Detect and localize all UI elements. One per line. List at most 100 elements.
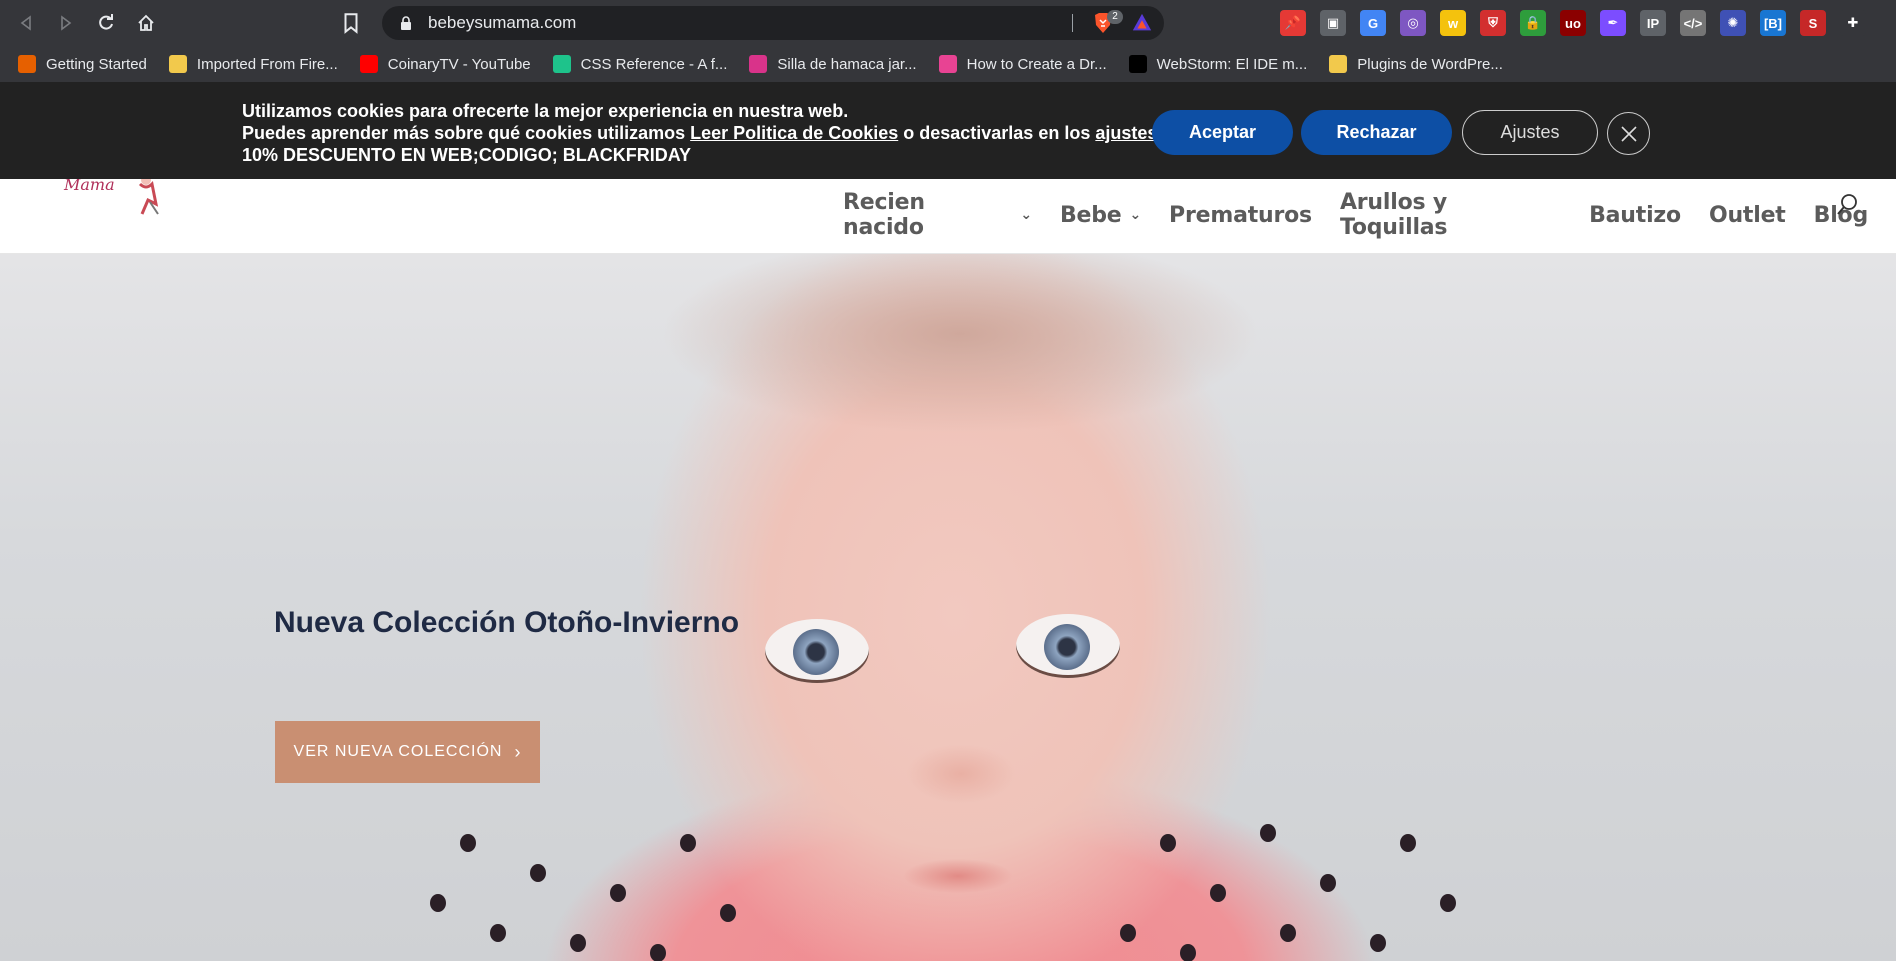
firefox-icon (18, 55, 36, 73)
bookmark-label: Getting Started (46, 55, 147, 73)
accept-cookies-button[interactable]: Aceptar (1152, 110, 1293, 155)
browser-toolbar: bebeysumama.com 2 📌 ▣ G ◎ w ⛨ 🔒 uo ✒ IP </> ✺ [B] S ✚ (0, 0, 1896, 46)
home-button[interactable] (126, 3, 166, 43)
polka-dot (1320, 874, 1336, 892)
polka-dot (720, 904, 736, 922)
polka-dot (1280, 924, 1296, 942)
gear-star-extension-icon[interactable]: ✺ (1720, 10, 1746, 36)
hero-image-left-eye (765, 619, 869, 683)
bookmark-label: How to Create a Dr... (966, 55, 1107, 73)
polka-dot (1160, 834, 1176, 852)
back-arrow-icon (20, 15, 31, 31)
hero-image-polka-dots (420, 774, 1480, 961)
polka-dot (650, 944, 666, 961)
bookmark-item[interactable]: Getting Started (18, 55, 147, 73)
cookie-settings-button[interactable]: Ajustes (1462, 110, 1598, 155)
nav-item-label: Prematuros (1169, 202, 1312, 228)
cookie-banner: Utilizamos cookies para ofrecerte la mej… (0, 82, 1896, 179)
feather-extension-icon[interactable]: ✒ (1600, 10, 1626, 36)
url-text[interactable]: bebeysumama.com (428, 13, 576, 33)
view-new-collection-button[interactable]: VER NUEVA COLECCIÓN › (275, 721, 540, 783)
youtube-icon (359, 55, 378, 73)
ip-extension-icon[interactable]: IP (1640, 10, 1666, 36)
chevron-down-icon: ⌄ (1020, 207, 1032, 223)
home-icon (138, 14, 154, 31)
polka-dot (1120, 924, 1136, 942)
nav-item-bebe[interactable]: Bebe ⌄ (1060, 203, 1141, 228)
nav-item-outlet[interactable]: Outlet (1709, 203, 1786, 228)
site-logo[interactable]: Mama (62, 174, 172, 218)
polka-dot (1440, 894, 1456, 912)
bookmark-label: CoinaryTV - YouTube (387, 55, 531, 73)
bracket-extension-icon[interactable]: [B] (1760, 10, 1786, 36)
bookmark-label: WebStorm: El IDE m... (1156, 55, 1308, 73)
reload-icon (99, 14, 113, 30)
omnibox-divider (1072, 14, 1073, 32)
discount-promo-text: 10% DESCUENTO EN WEB;CODIGO; BLACKFRIDAY (242, 145, 692, 165)
cookie-message: Utilizamos cookies para ofrecerte la mej… (242, 100, 1162, 166)
hero-button-label: VER NUEVA COLECCIÓN (293, 743, 503, 760)
polka-dot (1260, 824, 1276, 842)
polka-dot (430, 894, 446, 912)
polka-dot (460, 834, 476, 852)
color-picker-icon[interactable]: ◎ (1400, 10, 1426, 36)
bookmark-item[interactable]: WebStorm: El IDE m... (1128, 55, 1308, 73)
polka-dot (680, 834, 696, 852)
nav-item-bautizo[interactable]: Bautizo (1589, 203, 1681, 228)
polka-dot (1180, 944, 1196, 961)
nav-item-prematuros[interactable]: Prematuros (1169, 203, 1312, 228)
shields-count-badge: 2 (1107, 10, 1123, 24)
bookmark-item[interactable]: Plugins de WordPre... (1329, 55, 1503, 73)
brave-rewards-icon[interactable] (1130, 12, 1154, 34)
cookie-line-1: Utilizamos cookies para ofrecerte la mej… (242, 101, 849, 121)
code-extension-icon[interactable]: </> (1680, 10, 1706, 36)
reject-cookies-button[interactable]: Rechazar (1301, 110, 1452, 155)
shield-extension-icon[interactable]: ⛨ (1480, 10, 1506, 36)
back-button[interactable] (6, 3, 46, 43)
bookmark-item[interactable]: Silla de hamaca jar... (749, 55, 917, 73)
forward-arrow-icon (61, 15, 72, 31)
folder-icon (168, 55, 187, 73)
w-extension-icon[interactable]: w (1440, 10, 1466, 36)
nav-item-label: Bebe (1059, 202, 1122, 228)
bookmark-item[interactable]: Imported From Fire... (168, 55, 338, 73)
window-extension-icon[interactable]: ▣ (1320, 10, 1346, 36)
reload-button[interactable] (86, 3, 126, 43)
extensions-bar: 📌 ▣ G ◎ w ⛨ 🔒 uo ✒ IP </> ✺ [B] S ✚ (1280, 10, 1880, 36)
main-navigation: Recien nacido ⌄ Bebe ⌄ Prematuros Arullos y T… (843, 190, 1896, 240)
nav-item-label: Bautizo (1589, 202, 1681, 228)
ublock-icon[interactable]: uo (1560, 10, 1586, 36)
cookie-line-2: Puedes aprender más sobre qué cookies ut… (242, 122, 1162, 144)
lock-icon[interactable] (398, 15, 414, 31)
bookmark-item[interactable]: CoinaryTV - YouTube (359, 55, 531, 73)
bookmark-item[interactable]: CSS Reference - A f... (552, 55, 727, 73)
nav-item-recien-nacido[interactable]: Recien nacido ⌄ (843, 190, 1032, 240)
css-reference-icon (552, 55, 571, 73)
hero-image-right-eye (1016, 614, 1120, 678)
chevron-down-icon: ⌄ (1129, 207, 1142, 223)
cookie-policy-link[interactable]: Leer Politica de Cookies (690, 123, 898, 143)
close-cookie-banner-button[interactable] (1607, 112, 1650, 155)
search-icon[interactable] (1836, 192, 1860, 218)
cookie-line-2-prefix: Puedes aprender más sobre qué cookies ut… (242, 123, 691, 143)
nav-item-label: Arullos y Toquillas (1339, 190, 1448, 240)
pin-extension-icon[interactable]: 📌 (1280, 10, 1306, 36)
seo-extension-icon[interactable]: S (1800, 10, 1826, 36)
nav-item-arullos-y-toquillas[interactable]: Arullos y Toquillas (1340, 190, 1561, 240)
nav-item-label: Outlet (1708, 202, 1786, 228)
bookmark-icon[interactable] (340, 12, 362, 34)
cookie-settings-link[interactable]: ajustes (1095, 123, 1157, 143)
bookmarks-bar: Getting Started Imported From Fire... Coin… (0, 46, 1896, 82)
polka-dot (1210, 884, 1226, 902)
polka-dot (610, 884, 626, 902)
forward-button[interactable] (46, 3, 86, 43)
bookmark-label: Imported From Fire... (196, 55, 338, 73)
address-bar[interactable]: bebeysumama.com 2 (382, 6, 1164, 40)
google-translate-icon[interactable]: G (1360, 10, 1386, 36)
lock-extension-icon[interactable]: 🔒 (1520, 10, 1546, 36)
website-viewport: Mama Recien nacido ⌄ Bebe ⌄ Prematuros Arullo… (0, 82, 1896, 961)
l-logo-icon (749, 55, 768, 73)
bookmark-item[interactable]: How to Create a Dr... (938, 55, 1107, 73)
puzzle-extensions-icon[interactable]: ✚ (1840, 10, 1866, 36)
bookmark-label: Silla de hamaca jar... (777, 55, 917, 73)
